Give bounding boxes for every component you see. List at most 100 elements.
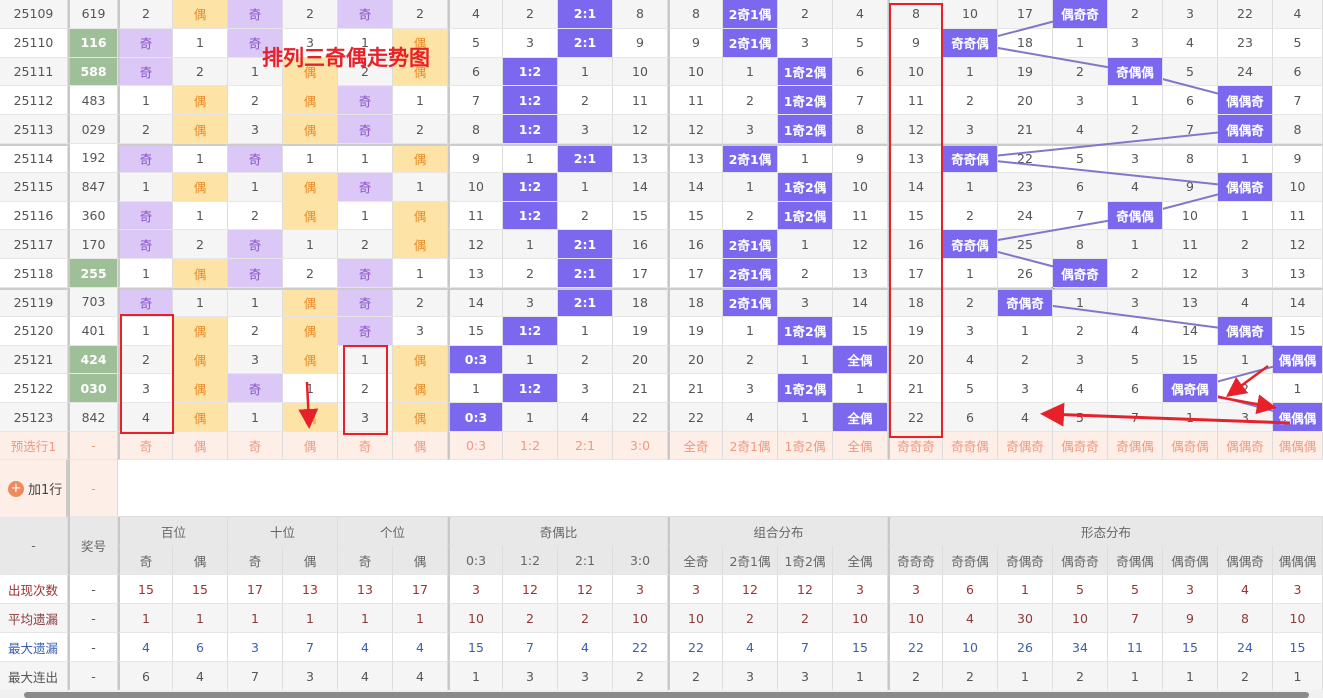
stat-value: 15 xyxy=(833,633,888,662)
omission-cell: 17 xyxy=(613,259,668,288)
stat-number: - xyxy=(68,662,118,691)
trend-hit-cell: 奇偶偶 xyxy=(1108,201,1163,231)
horizontal-scrollbar[interactable] xyxy=(0,690,1323,698)
stat-value: 4 xyxy=(338,662,393,691)
omission-cell: 1 xyxy=(778,230,833,260)
omission-cell: 23 xyxy=(1218,28,1273,58)
preview-option[interactable]: 偶奇偶 xyxy=(1163,432,1218,460)
preview-option[interactable]: 3:0 xyxy=(613,432,668,460)
omission-cell: 16 xyxy=(613,230,668,260)
omission-cell: 10 xyxy=(668,57,723,87)
stat-value: 2 xyxy=(1218,662,1273,691)
omission-cell: 22 xyxy=(998,144,1053,173)
preview-option[interactable]: 1奇2偶 xyxy=(778,432,833,460)
preview-option[interactable]: 全奇 xyxy=(668,432,723,460)
omission-cell: 13 xyxy=(1273,259,1323,288)
header-group: 奇偶比 xyxy=(448,517,668,546)
omission-cell: 2 xyxy=(1108,259,1163,288)
preview-option[interactable]: 偶奇奇 xyxy=(1053,432,1108,460)
trend-hit-cell: 1:2 xyxy=(503,86,558,116)
add-row-label: 加1行 xyxy=(28,483,63,498)
trend-hit-cell: 1奇2偶 xyxy=(778,374,833,404)
omission-cell: 18 xyxy=(613,288,668,317)
omission-cell: 9 xyxy=(448,144,503,173)
omission-cell: 7 xyxy=(1053,201,1108,231)
preview-option[interactable]: 偶偶偶 xyxy=(1273,432,1323,460)
omission-cell: 10 xyxy=(448,172,503,202)
period-cell: 25115 xyxy=(0,172,68,202)
omission-cell: 2 xyxy=(228,316,283,346)
preview-option[interactable]: 全偶 xyxy=(833,432,888,460)
omission-cell: 2 xyxy=(118,0,173,29)
omission-cell: 10 xyxy=(1273,172,1323,202)
trend-hit-cell: 奇奇偶 xyxy=(943,144,998,173)
trend-hit-cell: 全偶 xyxy=(833,345,888,375)
omission-cell: 11 xyxy=(888,86,943,116)
header-sub: 偶 xyxy=(173,546,228,575)
omission-cell: 20 xyxy=(613,345,668,375)
scrollbar-thumb[interactable] xyxy=(24,692,1309,698)
omission-cell: 3 xyxy=(943,115,998,144)
omission-cell: 2 xyxy=(1218,230,1273,260)
header-group: 组合分布 xyxy=(668,517,888,546)
omission-cell: 3 xyxy=(338,403,393,432)
omission-cell: 2 xyxy=(338,230,393,260)
preview-option[interactable]: 0:3 xyxy=(448,432,503,460)
omission-cell: 16 xyxy=(888,230,943,260)
preview-row-label: 预选行1 xyxy=(0,432,68,460)
stat-value: 2 xyxy=(723,604,778,633)
omission-cell: 1 xyxy=(1218,345,1273,375)
add-row-button[interactable]: + 加1行 xyxy=(0,460,68,517)
preview-option[interactable]: 偶偶奇 xyxy=(1218,432,1273,460)
preview-option[interactable]: 奇 xyxy=(338,432,393,460)
omission-cell: 1 xyxy=(173,288,228,317)
omission-cell: 6 xyxy=(1273,57,1323,87)
preview-option[interactable]: 2:1 xyxy=(558,432,613,460)
preview-option[interactable]: 奇奇偶 xyxy=(943,432,998,460)
omission-cell: 3 xyxy=(558,374,613,404)
trend-hit-cell: 偶 xyxy=(393,403,448,432)
omission-cell: 10 xyxy=(833,172,888,202)
stat-value: 1 xyxy=(1273,662,1323,691)
omission-cell: 12 xyxy=(888,115,943,144)
trend-hit-cell: 偶奇奇 xyxy=(1053,0,1108,29)
number-cell: 842 xyxy=(68,403,118,432)
stat-value: 6 xyxy=(118,662,173,691)
omission-cell: 12 xyxy=(1273,230,1323,260)
preview-option[interactable]: 奇偶奇 xyxy=(998,432,1053,460)
stat-value: 15 xyxy=(118,575,173,604)
trend-hit-cell: 1奇2偶 xyxy=(778,57,833,87)
header-sub: 全奇 xyxy=(668,546,723,575)
preview-option[interactable]: 2奇1偶 xyxy=(723,432,778,460)
omission-cell: 12 xyxy=(668,115,723,144)
stat-value: 1 xyxy=(118,604,173,633)
omission-cell: 15 xyxy=(833,316,888,346)
header-sub: 0:3 xyxy=(448,546,503,575)
preview-option[interactable]: 奇奇奇 xyxy=(888,432,943,460)
trend-hit-cell: 偶 xyxy=(393,201,448,231)
preview-option[interactable]: 偶 xyxy=(173,432,228,460)
preview-option[interactable]: 偶 xyxy=(393,432,448,460)
omission-cell: 7 xyxy=(833,86,888,116)
preview-option[interactable]: 奇 xyxy=(228,432,283,460)
stat-value: 10 xyxy=(668,604,723,633)
stat-value: 1 xyxy=(393,604,448,633)
preview-option[interactable]: 奇 xyxy=(118,432,173,460)
omission-cell: 2 xyxy=(723,345,778,375)
header-sub: 偶偶奇 xyxy=(1218,546,1273,575)
trend-hit-cell: 偶 xyxy=(173,172,228,202)
preview-option[interactable]: 1:2 xyxy=(503,432,558,460)
omission-cell: 2 xyxy=(228,201,283,231)
stat-value: 15 xyxy=(448,633,503,662)
omission-cell: 3 xyxy=(228,345,283,375)
trend-hit-cell: 奇 xyxy=(338,316,393,346)
omission-cell: 5 xyxy=(1053,144,1108,173)
omission-cell: 21 xyxy=(888,374,943,404)
trend-hit-cell: 奇 xyxy=(118,288,173,317)
omission-cell: 6 xyxy=(1108,374,1163,404)
preview-option[interactable]: 偶 xyxy=(283,432,338,460)
omission-cell: 22 xyxy=(668,403,723,432)
number-cell: 483 xyxy=(68,86,118,116)
stat-value: 8 xyxy=(1218,604,1273,633)
preview-option[interactable]: 奇偶偶 xyxy=(1108,432,1163,460)
